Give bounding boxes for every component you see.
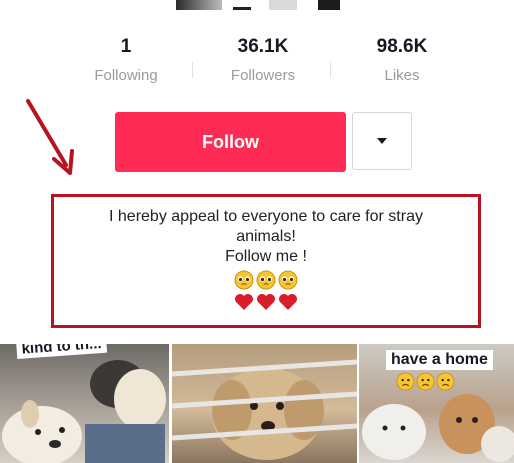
bio-line-3: Follow me ! <box>225 248 307 265</box>
red-heart-icon <box>235 294 253 310</box>
likes-label: Likes <box>384 67 420 84</box>
bio-highlight-box: I hereby appeal to everyone to care for … <box>51 194 481 328</box>
caret-down-icon <box>377 138 387 144</box>
video-thumbnail[interactable] <box>172 344 357 463</box>
heart-emoji-row <box>54 293 478 311</box>
red-heart-icon <box>257 294 275 310</box>
bio-line-2: animals! <box>236 228 296 245</box>
pleading-face-icon <box>278 270 298 290</box>
bio-line-1: I hereby appeal to everyone to care for … <box>109 208 423 225</box>
header-image-fragment <box>318 0 340 10</box>
more-options-button[interactable] <box>352 112 412 170</box>
frowning-face-icon <box>436 372 455 391</box>
red-heart-icon <box>279 294 297 310</box>
followers-count: 36.1K <box>237 36 289 57</box>
follow-button[interactable]: Follow <box>115 112 346 172</box>
header-image-fragment <box>176 0 222 10</box>
header-image-fragment <box>269 0 297 10</box>
likes-count: 98.6K <box>376 36 428 57</box>
dog-hug-image <box>2 360 166 463</box>
stat-following[interactable]: 1 Following <box>56 36 196 86</box>
header-image-fragment <box>233 7 251 10</box>
frowning-face-icon <box>396 372 415 391</box>
caged-dog-image <box>172 359 357 460</box>
video-caption: have a home <box>386 350 493 370</box>
caption-emoji-row <box>396 372 455 391</box>
following-count: 1 <box>120 36 132 57</box>
pleading-emoji-row <box>54 270 478 290</box>
stat-likes: 98.6K Likes <box>332 36 472 86</box>
pleading-face-icon <box>256 270 276 290</box>
annotation-arrow-icon <box>26 99 74 175</box>
frowning-face-icon <box>416 372 435 391</box>
following-label: Following <box>94 67 158 84</box>
followers-label: Followers <box>230 67 296 84</box>
video-thumbnail[interactable]: have a home <box>359 344 514 463</box>
video-thumbnail[interactable]: kind to th... <box>0 344 169 463</box>
stat-followers[interactable]: 36.1K Followers <box>193 36 333 86</box>
stat-divider <box>330 62 331 78</box>
pleading-face-icon <box>234 270 254 290</box>
